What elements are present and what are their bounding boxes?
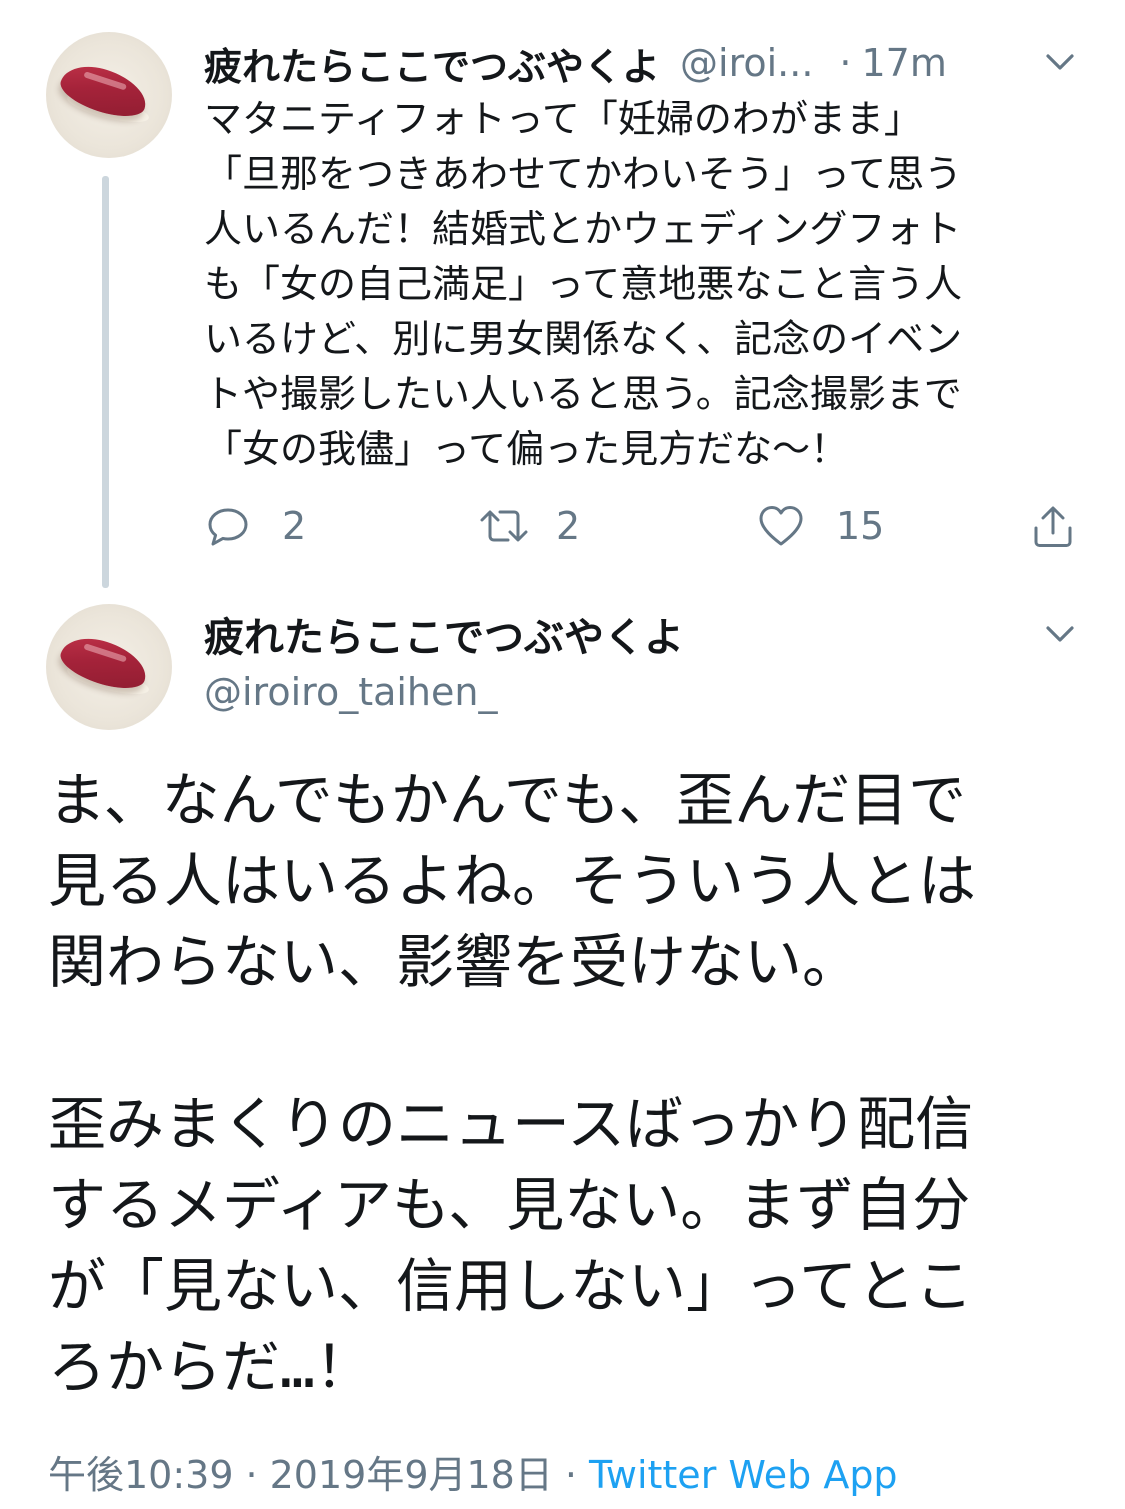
tweet2-handle[interactable]: @iroiro_taihen_ xyxy=(204,667,497,717)
reply-icon xyxy=(208,508,248,546)
tweet2-display-name[interactable]: 疲れたらここでつぶやくよ xyxy=(204,613,684,663)
tweet2-metadata: 午後10:39 · 2019年9月18日 · Twitter Web App xyxy=(48,1448,898,1502)
thread-connector-line xyxy=(102,176,109,588)
chevron-down-icon[interactable] xyxy=(1040,614,1080,654)
tweet2-source-link[interactable]: Twitter Web App xyxy=(589,1453,898,1497)
tweet1-text: マタニティフォトって「妊婦のわがまま」 「旦那をつきあわせてかわいそう」って思う… xyxy=(204,97,963,471)
tweet1-header: 疲れたらここでつぶやくよ @iroi... · 17m xyxy=(204,36,1024,91)
meta-separator: · xyxy=(245,1453,258,1497)
tweet1-avatar[interactable] xyxy=(46,32,172,158)
share-button[interactable] xyxy=(1028,496,1078,556)
retweet-button[interactable]: 2 xyxy=(476,496,580,556)
retweet-icon xyxy=(480,510,528,542)
reply-button[interactable]: 2 xyxy=(204,496,306,556)
tweet1-display-name[interactable]: 疲れたらここでつぶやくよ xyxy=(204,36,660,91)
tweet2-text: ま、なんでもかんでも、歪んだ目で 見る人はいるよね。そういう人とは 関わらない、… xyxy=(48,766,977,1401)
reply-count: 2 xyxy=(282,504,307,548)
like-button[interactable]: 15 xyxy=(756,496,884,556)
tweet1-timestamp[interactable]: 17m xyxy=(862,41,947,85)
tweet1-separator: · xyxy=(839,41,852,85)
tweet2-date[interactable]: 2019年9月18日 xyxy=(270,1453,553,1497)
tweet1-action-bar: 2 2 15 xyxy=(204,496,1084,556)
tweet2-time[interactable]: 午後10:39 xyxy=(48,1453,234,1497)
retweet-count: 2 xyxy=(556,504,581,548)
tweet2-avatar[interactable] xyxy=(46,604,172,730)
tweet1-handle[interactable]: @iroi... xyxy=(680,41,813,85)
meta-separator: · xyxy=(564,1453,577,1497)
like-count: 15 xyxy=(836,504,885,548)
heart-icon xyxy=(759,506,803,546)
chevron-down-icon[interactable] xyxy=(1040,42,1080,82)
share-icon xyxy=(1034,506,1072,547)
